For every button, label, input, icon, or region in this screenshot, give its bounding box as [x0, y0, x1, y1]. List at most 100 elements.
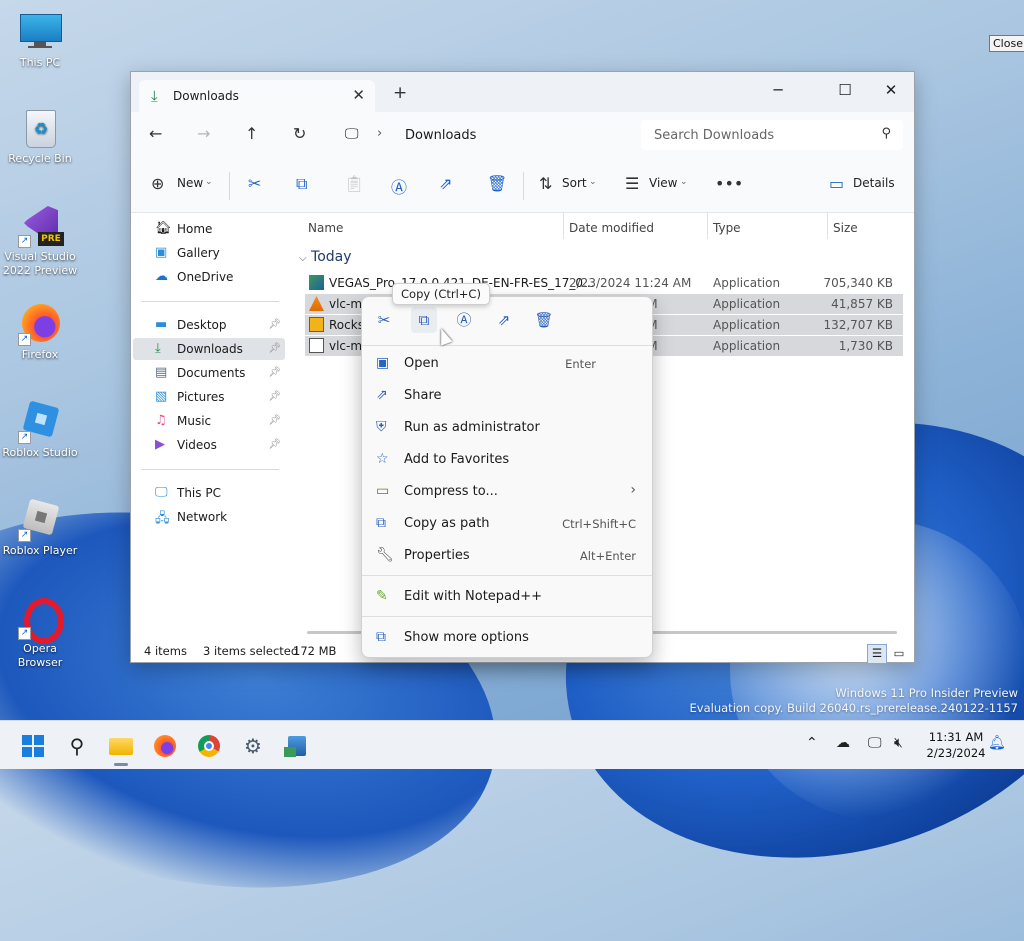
maximize-button[interactable]: ☐ — [822, 76, 868, 104]
notification-bell-icon[interactable]: 🔔︎ — [988, 735, 1006, 751]
sidebar-item-gallery[interactable]: ▣ Gallery — [133, 242, 285, 264]
tiles-view-icon[interactable]: ▭ — [889, 644, 909, 664]
menu-item-compress[interactable]: ▭ Compress to... › — [366, 476, 648, 506]
pin-icon[interactable]: 📌︎ — [268, 367, 281, 378]
sidebar-item-downloads[interactable]: ⤓ Downloads 📌︎ — [133, 338, 285, 360]
menu-item-properties[interactable]: 🔧︎ Properties Alt+Enter — [366, 540, 648, 570]
desktop-icon-firefox[interactable]: ↗ Firefox — [2, 302, 78, 362]
pin-icon[interactable]: 📌︎ — [268, 391, 281, 402]
pin-icon[interactable]: 📌︎ — [268, 439, 281, 450]
sidebar-item-label: OneDrive — [177, 270, 234, 284]
group-header-today[interactable]: ⌵ Today — [299, 249, 352, 265]
tab-downloads[interactable]: ⤓ Downloads ✕ — [139, 80, 375, 112]
sort-button[interactable]: Sort — [562, 176, 587, 190]
details-pane-icon[interactable]: ▭ — [829, 174, 844, 193]
chrome-taskbar-icon[interactable] — [194, 731, 224, 761]
desktop-icon-label: Recycle Bin — [8, 152, 72, 165]
menu-divider — [362, 575, 652, 576]
pin-icon[interactable]: 📌︎ — [268, 415, 281, 426]
sidebar-item-home[interactable]: 🏠︎ Home — [133, 218, 285, 240]
copy-icon[interactable]: ⧉ — [296, 174, 307, 194]
firefox-taskbar-icon[interactable] — [150, 731, 180, 761]
sidebar-item-documents[interactable]: ▤ Documents 📌︎ — [133, 362, 285, 384]
search-input[interactable]: Search Downloads ⚲ — [641, 120, 903, 150]
chevron-right-icon[interactable]: › — [377, 126, 382, 141]
new-tab-button[interactable]: + — [393, 83, 407, 103]
share-icon[interactable]: ⇗ — [491, 307, 517, 333]
network-icon[interactable]: 🖵 — [868, 735, 882, 751]
column-header-date[interactable]: Date modified — [569, 221, 654, 235]
sidebar-item-desktop[interactable]: ▬ Desktop 📌︎ — [133, 314, 285, 336]
status-selected-count: 3 items selected — [203, 644, 299, 658]
share-icon[interactable]: ⇗ — [439, 174, 452, 193]
view-button[interactable]: View — [649, 176, 677, 190]
pin-icon[interactable]: 📌︎ — [268, 319, 281, 330]
column-divider[interactable] — [827, 213, 828, 239]
desktop-icon-visual-studio[interactable]: PRE ↗ Visual Studio 2022 Preview — [2, 204, 78, 278]
copy-icon[interactable]: ⧉ — [411, 307, 437, 333]
new-button[interactable]: New — [177, 176, 203, 190]
menu-item-share[interactable]: ⇗ Share — [366, 380, 648, 410]
details-view-icon[interactable]: ☰ — [867, 644, 887, 664]
desktop-icon-recycle-bin[interactable]: ♻ Recycle Bin — [2, 106, 78, 166]
desktop-icon-roblox-studio[interactable]: ↗ Roblox Studio — [2, 400, 78, 460]
column-header-name[interactable]: Name — [308, 221, 343, 235]
show-hidden-icons-chevron-icon[interactable]: ⌃ — [806, 735, 818, 751]
settings-gear-icon[interactable]: ⚙ — [238, 731, 268, 761]
start-button[interactable] — [18, 731, 48, 761]
pin-icon[interactable]: 📌︎ — [268, 343, 281, 354]
sort-icon[interactable]: ⇅ — [539, 174, 552, 193]
desktop-icon-this-pc[interactable]: This PC — [2, 10, 78, 70]
details-button[interactable]: Details — [853, 176, 895, 190]
cut-icon[interactable]: ✂ — [248, 174, 261, 193]
sidebar-item-label: Music — [177, 414, 212, 428]
volume-muted-icon[interactable]: 🔇︎ — [894, 735, 903, 751]
sidebar-item-network[interactable]: 🖧 Network — [133, 506, 285, 528]
rename-icon[interactable]: Ⓐ — [451, 307, 477, 333]
column-divider[interactable] — [707, 213, 708, 239]
music-icon: ♫ — [155, 413, 167, 428]
menu-item-run-as-admin[interactable]: ⛨ Run as administrator — [366, 412, 648, 442]
up-arrow-icon[interactable]: ↑ — [245, 124, 258, 143]
column-header-size[interactable]: Size — [833, 221, 858, 235]
delete-icon[interactable]: 🗑︎ — [487, 174, 507, 193]
column-header-type[interactable]: Type — [713, 221, 741, 235]
address-path[interactable]: Downloads — [405, 128, 476, 143]
open-window-icon: ▣ — [376, 355, 390, 371]
search-icon[interactable]: ⚲ — [62, 731, 92, 761]
menu-item-shortcut: Ctrl+Shift+C — [562, 517, 636, 531]
back-arrow-icon[interactable]: ← — [149, 124, 162, 143]
sidebar-item-pictures[interactable]: ▧ Pictures 📌︎ — [133, 386, 285, 408]
paste-icon[interactable]: 📋︎ — [344, 174, 364, 193]
menu-item-open[interactable]: ▣ Open Enter — [366, 348, 648, 378]
forward-arrow-icon[interactable]: → — [197, 124, 210, 143]
more-options-icon[interactable]: ••• — [715, 174, 743, 193]
menu-item-add-to-favorites[interactable]: ☆ Add to Favorites — [366, 444, 648, 474]
taskbar-clock[interactable]: 11:31 AM 2/23/2024 — [916, 729, 996, 761]
menu-item-show-more-options[interactable]: ⧉ Show more options — [366, 622, 648, 652]
desktop-icon-opera[interactable]: ↗ Opera Browser — [2, 596, 78, 670]
refresh-icon[interactable]: ↻ — [293, 124, 306, 143]
installer-taskbar-icon[interactable] — [282, 731, 312, 761]
close-button[interactable]: ✕ — [868, 76, 914, 104]
minimize-button[interactable]: ─ — [755, 76, 801, 104]
sidebar-item-this-pc[interactable]: 🖵 This PC — [133, 482, 285, 504]
new-icon[interactable]: ⊕ — [151, 174, 164, 193]
delete-icon[interactable]: 🗑︎ — [531, 307, 557, 333]
sidebar-item-onedrive[interactable]: ☁ OneDrive — [133, 266, 285, 288]
sidebar-item-videos[interactable]: ▶ Videos 📌︎ — [133, 434, 285, 456]
file-size: 41,857 KB — [831, 297, 893, 311]
cloud-offline-icon[interactable]: ☁ — [836, 735, 850, 751]
address-bar[interactable]: 🖵 › Downloads — [335, 120, 625, 150]
cut-icon[interactable]: ✂ — [371, 307, 397, 333]
sidebar-item-music[interactable]: ♫ Music 📌︎ — [133, 410, 285, 432]
view-icon[interactable]: ☰ — [625, 174, 639, 193]
tab-close-icon[interactable]: ✕ — [352, 86, 365, 104]
rename-icon[interactable]: Ⓐ — [391, 174, 407, 198]
sidebar-item-label: Home — [177, 222, 213, 236]
menu-item-copy-as-path[interactable]: ⧉ Copy as path Ctrl+Shift+C — [366, 508, 648, 538]
menu-item-edit-notepadpp[interactable]: ✎ Edit with Notepad++ — [366, 581, 648, 611]
desktop-icon-roblox-player[interactable]: ↗ Roblox Player — [2, 498, 78, 558]
file-explorer-taskbar-icon[interactable] — [106, 731, 136, 766]
column-divider[interactable] — [563, 213, 564, 239]
